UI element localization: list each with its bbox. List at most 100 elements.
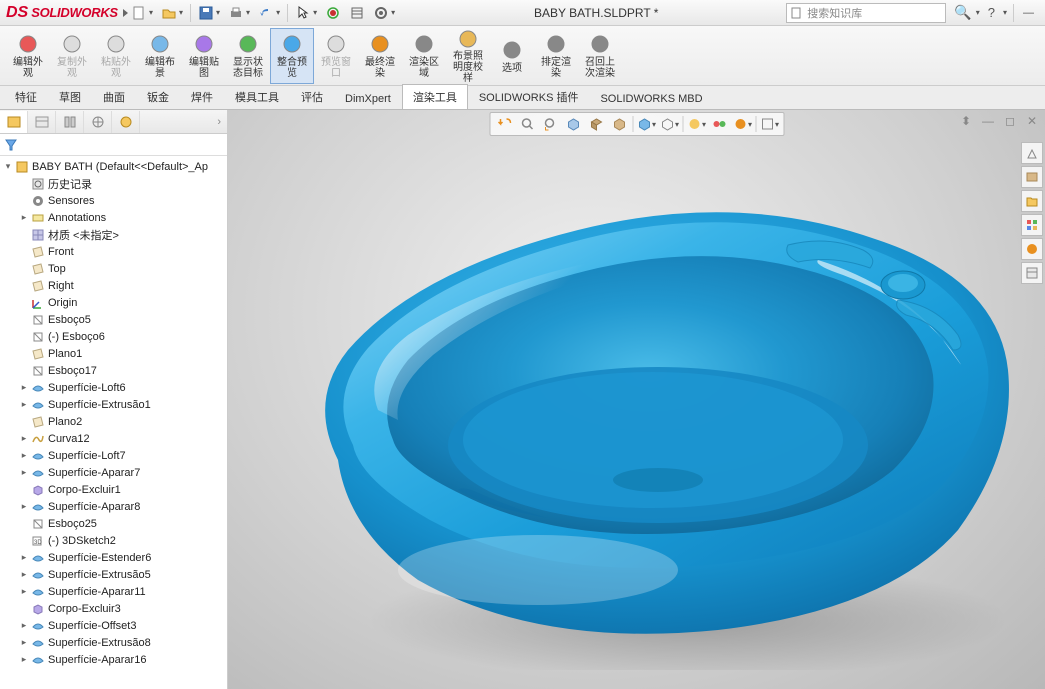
tab-SOLIDWORKS 插件[interactable]: SOLIDWORKS 插件 <box>468 84 590 109</box>
tree-node[interactable]: ▸Superfície-Aparar7 <box>0 464 227 481</box>
tree-node[interactable]: Corpo-Excluir1 <box>0 481 227 498</box>
filter-icon[interactable] <box>4 138 18 152</box>
maximize-viewport-button[interactable]: ◻ <box>1001 112 1019 130</box>
tree-node[interactable]: Esboço17 <box>0 362 227 379</box>
tree-node[interactable]: Plano2 <box>0 413 227 430</box>
tree-node[interactable]: ▸Annotations <box>0 209 227 226</box>
edit-appearance-button[interactable]: ▾ <box>659 114 679 134</box>
tree-node[interactable]: ▸Superfície-Loft7 <box>0 447 227 464</box>
cmd-12[interactable]: 排定渲 染 <box>534 28 578 84</box>
hide-show-button[interactable]: ▾ <box>636 114 656 134</box>
tree-node[interactable]: ▸Superfície-Aparar16 <box>0 651 227 668</box>
cmd-8[interactable]: 最终渲 染 <box>358 28 402 84</box>
print-button[interactable]: ▾ <box>225 3 253 23</box>
display-style-button[interactable] <box>609 114 629 134</box>
view-orientation-button[interactable] <box>586 114 606 134</box>
display-tab[interactable] <box>112 111 140 133</box>
tree-root-node[interactable]: ▾ BABY BATH (Default<<Default>_Ap <box>0 158 227 175</box>
expand-icon[interactable]: ▸ <box>18 586 30 597</box>
tab-SOLIDWORKS MBD[interactable]: SOLIDWORKS MBD <box>589 88 713 109</box>
search-icon[interactable]: 🔍 <box>954 4 971 21</box>
tree-node[interactable]: ▸Superfície-Estender6 <box>0 549 227 566</box>
tree-node[interactable]: Right <box>0 277 227 294</box>
tree-node[interactable]: Plano1 <box>0 345 227 362</box>
previous-view-button[interactable] <box>540 114 560 134</box>
options-button[interactable] <box>346 3 368 23</box>
close-viewport-button[interactable]: ✕ <box>1023 112 1041 130</box>
cmd-3[interactable]: 编辑布 景 <box>138 28 182 84</box>
save-button[interactable]: ▾ <box>195 3 223 23</box>
cmd-11[interactable]: 选项 <box>490 28 534 84</box>
tree-node[interactable]: 3D(-) 3DSketch2 <box>0 532 227 549</box>
expand-icon[interactable]: ▸ <box>18 399 30 410</box>
zoom-fit-button[interactable] <box>494 114 514 134</box>
expand-icon[interactable]: ▸ <box>18 467 30 478</box>
tree-node[interactable]: ▸Superfície-Aparar11 <box>0 583 227 600</box>
search-knowledge-base[interactable]: 搜索知识库 <box>786 3 946 23</box>
tree-node[interactable]: Front <box>0 243 227 260</box>
undo-button[interactable]: ▾ <box>255 3 283 23</box>
collapse-icon[interactable]: ▾ <box>2 161 14 172</box>
expand-icon[interactable]: ▸ <box>18 212 30 223</box>
tab-模具工具[interactable]: 模具工具 <box>224 84 290 109</box>
select-button[interactable]: ▾ <box>292 3 320 23</box>
tab-曲面[interactable]: 曲面 <box>92 84 136 109</box>
tree-node[interactable]: Esboço5 <box>0 311 227 328</box>
tree-node[interactable]: ▸Curva12 <box>0 430 227 447</box>
tab-DimXpert[interactable]: DimXpert <box>334 88 402 109</box>
feature-tree-tab[interactable] <box>0 111 28 133</box>
cmd-10[interactable]: 布景照 明度校 样 <box>446 28 490 84</box>
cmd-6[interactable]: 整合预 览 <box>270 28 314 84</box>
tab-渲染工具[interactable]: 渲染工具 <box>402 84 468 109</box>
tree-node[interactable]: Sensores <box>0 192 227 209</box>
cmd-9[interactable]: 渲染区 域 <box>402 28 446 84</box>
graphics-viewport[interactable]: ▾ ▾ ▾ ▾ ▾ ⬍ — ◻ ✕ <box>228 110 1045 689</box>
expand-icon[interactable]: ▸ <box>18 654 30 665</box>
minimize-button[interactable]: — <box>1020 7 1037 19</box>
expand-icon[interactable]: ▸ <box>18 450 30 461</box>
expand-icon[interactable]: ▸ <box>18 501 30 512</box>
expand-icon[interactable]: ▸ <box>18 552 30 563</box>
cmd-5[interactable]: 显示状 态目标 <box>226 28 270 84</box>
tree-node[interactable]: Origin <box>0 294 227 311</box>
tab-特征[interactable]: 特征 <box>4 84 48 109</box>
cmd-13[interactable]: 召回上 次渲染 <box>578 28 622 84</box>
expand-icon[interactable]: ▸ <box>18 382 30 393</box>
rebuild-button[interactable] <box>322 3 344 23</box>
render-button[interactable]: ▾ <box>732 114 752 134</box>
tree-node[interactable]: (-) Esboço6 <box>0 328 227 345</box>
tree-node[interactable]: ▸Superfície-Extrusão5 <box>0 566 227 583</box>
tree-node[interactable]: ▸Superfície-Extrusão8 <box>0 634 227 651</box>
help-button[interactable]: ? <box>984 5 999 20</box>
tree-node[interactable]: Corpo-Excluir3 <box>0 600 227 617</box>
tree-node[interactable]: Top <box>0 260 227 277</box>
tree-node[interactable]: Esboço25 <box>0 515 227 532</box>
tree-node[interactable]: 历史记录 <box>0 175 227 192</box>
tree-node[interactable]: ▸Superfície-Offset3 <box>0 617 227 634</box>
configuration-tab[interactable] <box>56 111 84 133</box>
expand-icon[interactable]: ▸ <box>18 433 30 444</box>
section-view-button[interactable] <box>563 114 583 134</box>
cmd-4[interactable]: 编辑贴 图 <box>182 28 226 84</box>
expand-icon[interactable]: ▸ <box>18 569 30 580</box>
side-panel-more[interactable]: › <box>211 116 227 128</box>
expand-icon[interactable]: ▸ <box>18 637 30 648</box>
tab-焊件[interactable]: 焊件 <box>180 84 224 109</box>
apply-scene-button[interactable]: ▾ <box>686 114 706 134</box>
view-settings-button[interactable] <box>709 114 729 134</box>
expand-icon[interactable]: ▸ <box>18 620 30 631</box>
tree-node[interactable]: ▸Superfície-Extrusão1 <box>0 396 227 413</box>
viewport-layout-button[interactable]: ▾ <box>759 114 779 134</box>
new-button[interactable]: ▾ <box>128 3 156 23</box>
baby-bath-3d-model[interactable] <box>258 150 1038 670</box>
minimize-viewport-button[interactable]: — <box>979 112 997 130</box>
tree-node[interactable]: 材质 <未指定> <box>0 226 227 243</box>
tree-node[interactable]: ▸Superfície-Loft6 <box>0 379 227 396</box>
tree-node[interactable]: ▸Superfície-Aparar8 <box>0 498 227 515</box>
property-manager-tab[interactable] <box>28 111 56 133</box>
collapse-icon[interactable]: ⬍ <box>957 112 975 130</box>
zoom-area-button[interactable] <box>517 114 537 134</box>
tab-钣金[interactable]: 钣金 <box>136 84 180 109</box>
open-button[interactable]: ▾ <box>158 3 186 23</box>
cmd-0[interactable]: 编辑外 观 <box>6 28 50 84</box>
